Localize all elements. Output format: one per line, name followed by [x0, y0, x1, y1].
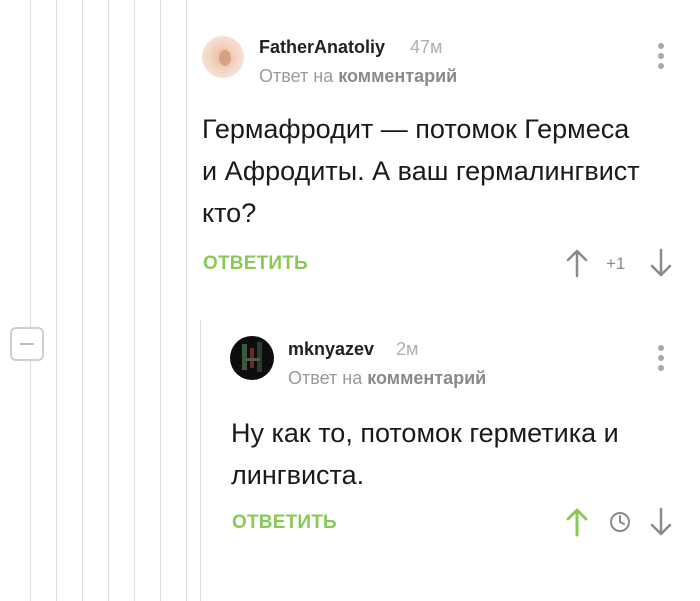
reply-to-link[interactable]: комментарий [338, 66, 457, 86]
more-options-icon[interactable] [656, 345, 666, 375]
comment-text-line: кто? [202, 198, 257, 228]
clock-icon [610, 512, 630, 532]
thread-line [56, 0, 57, 601]
comment-text: Гермафродит — потомок Гермеса и Афродиты… [202, 108, 640, 234]
avatar[interactable] [230, 336, 274, 380]
upvote-arrow-icon[interactable] [565, 248, 589, 278]
timestamp: 47м [410, 37, 443, 57]
rating-score: +1 [606, 254, 626, 273]
thread-line [134, 0, 135, 601]
comment-text-line: лингвиста. [231, 460, 365, 490]
reply-to-label: Ответ на комментарий [288, 368, 486, 389]
thread-line [186, 0, 187, 601]
reply-button[interactable]: ОТВЕТИТЬ [232, 512, 337, 534]
username[interactable]: mknyazev [288, 339, 374, 360]
comment-text-line: и Афродиты. А ваш гермалингвист [202, 156, 640, 186]
collapse-thread-icon[interactable] [10, 327, 44, 361]
reply-button[interactable]: ОТВЕТИТЬ [203, 253, 308, 275]
downvote-arrow-icon[interactable] [649, 507, 673, 537]
reply-to-link[interactable]: комментарий [367, 368, 486, 388]
thread-line [82, 0, 83, 601]
reply-to-label: Ответ на комментарий [259, 66, 457, 87]
reply-to-prefix: Ответ на [259, 66, 334, 86]
thread-line [200, 320, 201, 601]
comment-text: Ну как то, потомок герметика и лингвиста… [231, 412, 619, 496]
username[interactable]: FatherAnatoliy [259, 37, 385, 58]
thread-line [160, 0, 161, 601]
thread-line [30, 0, 31, 601]
avatar-image-icon [242, 342, 262, 372]
avatar[interactable] [202, 36, 244, 78]
comment-text-line: Ну как то, потомок герметика и [231, 418, 619, 448]
more-options-icon[interactable] [656, 43, 666, 73]
thread-line [108, 0, 109, 601]
downvote-arrow-icon[interactable] [649, 248, 673, 278]
reply-to-prefix: Ответ на [288, 368, 363, 388]
timestamp: 2м [396, 339, 419, 359]
comment-text-line: Гермафродит — потомок Гермеса [202, 114, 630, 144]
upvote-arrow-icon[interactable] [565, 507, 589, 537]
avatar-image-icon [219, 50, 231, 66]
